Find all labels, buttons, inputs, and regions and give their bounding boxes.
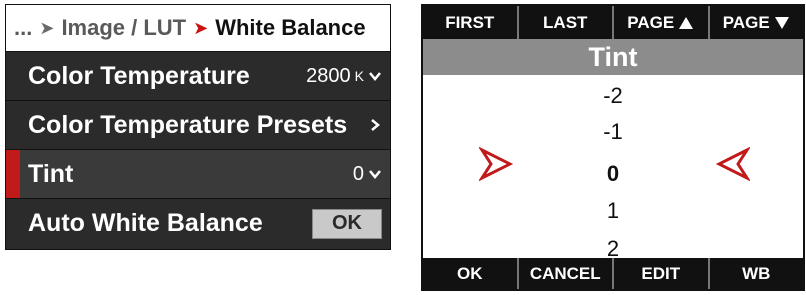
page-down-button[interactable]: PAGE xyxy=(710,6,804,39)
menu-item-color-temperature-presets[interactable]: Color Temperature Presets xyxy=(6,101,390,150)
color-temperature-value: 2800 K xyxy=(306,65,382,88)
white-balance-menu: ... ➤ Image / LUT ➤ White Balance Color … xyxy=(5,4,391,250)
triangle-up-icon xyxy=(679,16,694,29)
softkey-label: OK xyxy=(457,263,483,283)
breadcrumb-separator-icon: ➤ xyxy=(39,17,55,38)
menu-item-label: Auto White Balance xyxy=(28,209,263,237)
ok-button[interactable]: OK xyxy=(423,258,519,289)
parameter-title: Tint xyxy=(423,39,803,75)
tint-value: 0 xyxy=(353,163,382,186)
auto-white-balance-ok-button[interactable]: OK xyxy=(312,208,382,239)
bottom-softkey-bar: OK CANCEL EDIT WB xyxy=(423,258,803,289)
value-text: 0 xyxy=(352,162,364,185)
edit-button[interactable]: EDIT xyxy=(614,258,710,289)
page-up-button[interactable]: PAGE xyxy=(614,6,710,39)
softkey-label: WB xyxy=(742,263,771,283)
menu-item-label: Tint xyxy=(28,159,74,188)
menu-item-label: Color Temperature Presets xyxy=(28,110,348,139)
value-unit: K xyxy=(354,68,364,84)
triangle-down-icon xyxy=(774,16,789,29)
softkey-label: LAST xyxy=(543,12,588,32)
value-option[interactable]: -1 xyxy=(423,114,803,150)
tint-picker: FIRST LAST PAGE PAGE Tint -2 -1 0 1 2 OK… xyxy=(421,4,805,291)
chevron-right-icon xyxy=(371,119,380,131)
wb-button[interactable]: WB xyxy=(710,258,804,289)
menu-item-color-temperature[interactable]: Color Temperature 2800 K xyxy=(6,52,390,101)
selection-indicator xyxy=(6,150,20,198)
breadcrumb-ellipsis[interactable]: ... xyxy=(14,15,32,41)
menu-item-auto-white-balance[interactable]: Auto White Balance OK xyxy=(6,199,390,248)
softkey-label: FIRST xyxy=(445,12,495,32)
breadcrumb-current: White Balance xyxy=(215,15,366,40)
breadcrumb: ... ➤ Image / LUT ➤ White Balance xyxy=(6,5,390,52)
chevron-down-icon xyxy=(369,170,381,179)
value-option[interactable]: -2 xyxy=(423,78,803,114)
menu-item-tint[interactable]: Tint 0 xyxy=(6,150,390,199)
chevron-down-icon xyxy=(369,72,381,81)
breadcrumb-separator-active-icon: ➤ xyxy=(193,17,209,38)
last-button[interactable]: LAST xyxy=(519,6,614,39)
softkey-label: PAGE xyxy=(627,12,675,32)
first-button[interactable]: FIRST xyxy=(423,6,519,39)
cancel-button[interactable]: CANCEL xyxy=(519,258,614,289)
selection-arrow-right-icon xyxy=(479,147,513,181)
menu-item-label: Color Temperature xyxy=(28,61,250,90)
value-option[interactable]: 1 xyxy=(423,193,803,229)
softkey-label: PAGE xyxy=(722,12,770,32)
top-softkey-bar: FIRST LAST PAGE PAGE xyxy=(423,6,803,39)
softkey-label: CANCEL xyxy=(529,263,601,283)
softkey-label: EDIT xyxy=(641,263,681,283)
value-text: 2800 xyxy=(306,64,351,87)
selection-arrow-left-icon xyxy=(716,147,750,181)
breadcrumb-parent[interactable]: Image / LUT xyxy=(61,15,186,41)
